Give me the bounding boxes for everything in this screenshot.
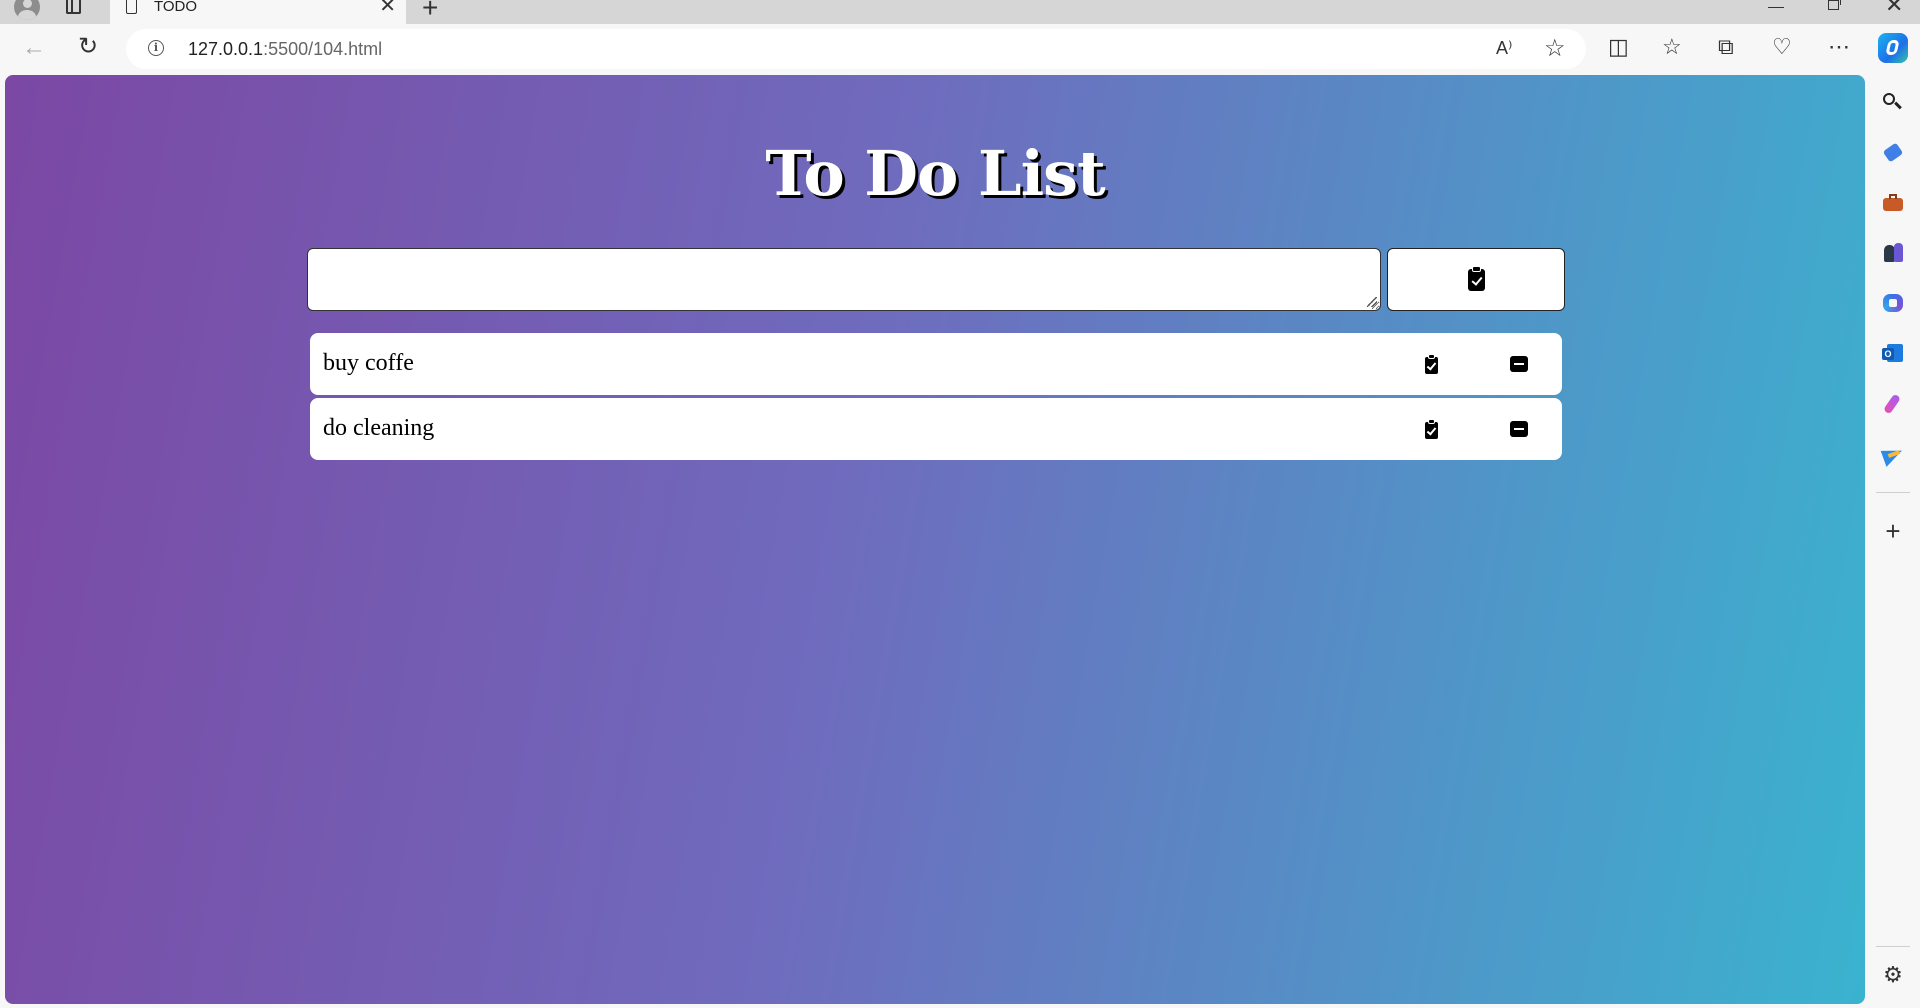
tab-actions-icon[interactable] [66, 0, 81, 14]
tools-briefcase-icon[interactable] [1882, 192, 1904, 214]
tab-title: TODO [154, 0, 198, 15]
more-options-icon[interactable]: ⋯ [1828, 34, 1851, 60]
todo-input[interactable] [307, 248, 1381, 311]
back-arrow-icon[interactable]: ← [22, 36, 46, 60]
reload-icon[interactable]: ↻ [78, 34, 98, 60]
restore-button[interactable] [1828, 0, 1841, 10]
favorite-star-icon[interactable]: ☆ [1544, 34, 1566, 63]
todo-item: do cleaning [310, 398, 1562, 460]
todo-item: buy coffe [310, 333, 1562, 395]
designer-icon[interactable] [1882, 392, 1904, 414]
read-aloud-icon[interactable]: A⁾ [1496, 38, 1512, 59]
complete-todo-button[interactable] [1418, 418, 1444, 442]
split-screen-icon[interactable]: ◫ [1608, 34, 1629, 60]
copilot-icon[interactable] [1878, 33, 1908, 63]
new-tab-button[interactable]: + [422, 0, 438, 22]
delete-todo-button[interactable] [1506, 353, 1532, 377]
shopping-tag-icon[interactable] [1882, 142, 1904, 164]
drop-send-icon[interactable] [1882, 442, 1904, 464]
window-close-button[interactable]: ✕ [1885, 0, 1903, 16]
add-todo-button[interactable] [1387, 248, 1565, 311]
page-title: To Do List [765, 137, 1105, 210]
minus-square-icon [1510, 355, 1528, 372]
tab-close-icon[interactable]: ✕ [379, 0, 396, 16]
sidebar-divider [1876, 492, 1910, 493]
browser-tab[interactable]: TODO ✕ [110, 0, 406, 24]
browser-essentials-icon[interactable]: ♡ [1772, 34, 1792, 60]
url-text[interactable]: 127.0.0.1:5500/104.html [188, 39, 382, 59]
clipboard-check-icon [1424, 353, 1438, 374]
search-icon[interactable] [1882, 92, 1904, 114]
clipboard-check-icon [1424, 418, 1438, 439]
sidebar-settings-gear-icon[interactable]: ⚙ [1882, 964, 1904, 986]
profile-avatar-icon[interactable] [14, 0, 40, 20]
url-host: 127.0.0.1 [188, 39, 264, 59]
address-bar[interactable]: i 127.0.0.1:5500/104.html A⁾ ☆ [126, 29, 1586, 69]
browser-title-bar: TODO ✕ + ✕ [0, 0, 1920, 24]
page-file-icon [126, 0, 137, 14]
todo-item-text: do cleaning [323, 415, 435, 441]
todo-item-text: buy coffe [323, 350, 414, 376]
site-info-icon[interactable]: i [148, 40, 164, 56]
add-sidebar-app-icon[interactable]: + [1882, 518, 1904, 544]
favorites-icon[interactable]: ☆ [1662, 34, 1682, 60]
complete-todo-button[interactable] [1418, 353, 1444, 377]
page-viewport: To Do List buy coffe do cleaning [5, 75, 1865, 1004]
delete-todo-button[interactable] [1506, 418, 1532, 442]
collections-icon[interactable]: ⧉ [1718, 34, 1734, 60]
todo-list: buy coffe do cleaning [310, 333, 1562, 463]
outlook-icon[interactable] [1882, 342, 1904, 364]
browser-toolbar: ← ↻ i 127.0.0.1:5500/104.html A⁾ ☆ ◫ ☆ ⧉… [0, 24, 1920, 76]
url-path: :5500/104.html [263, 39, 383, 59]
browser-sidebar: + ⚙ [1866, 76, 1920, 1008]
sidebar-divider [1876, 946, 1910, 947]
minimize-button[interactable] [1768, 7, 1784, 8]
games-chess-icon[interactable] [1882, 242, 1904, 264]
minus-square-icon [1510, 420, 1528, 437]
microsoft-365-icon[interactable] [1882, 292, 1904, 314]
clipboard-check-icon [1467, 265, 1485, 291]
